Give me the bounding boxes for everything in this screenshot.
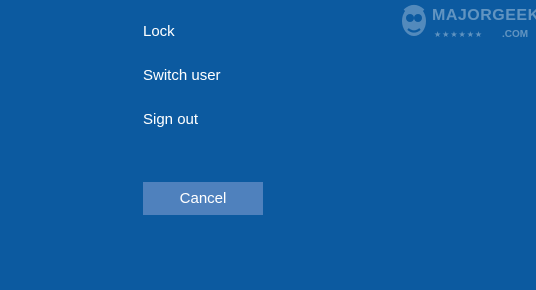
majorgeeks-watermark: MAJORGEEKS ★★★★★★ .COM: [396, 0, 536, 44]
account-options-menu: Lock Switch user Sign out: [143, 20, 343, 152]
lock-option[interactable]: Lock: [143, 20, 343, 44]
sign-out-options-screen: Lock Switch user Sign out Cancel MAJORGE…: [0, 0, 536, 290]
switch-user-option[interactable]: Switch user: [143, 64, 343, 88]
svg-text:★★★★★★: ★★★★★★: [434, 30, 483, 39]
cancel-button[interactable]: Cancel: [143, 182, 263, 215]
majorgeeks-logo-wordmark: MAJORGEEKS ★★★★★★ .COM: [432, 7, 536, 40]
svg-text:MAJORGEEKS: MAJORGEEKS: [432, 7, 536, 24]
majorgeeks-logo-icon: [402, 5, 426, 36]
sign-out-option[interactable]: Sign out: [143, 108, 343, 132]
svg-text:.COM: .COM: [502, 29, 528, 40]
